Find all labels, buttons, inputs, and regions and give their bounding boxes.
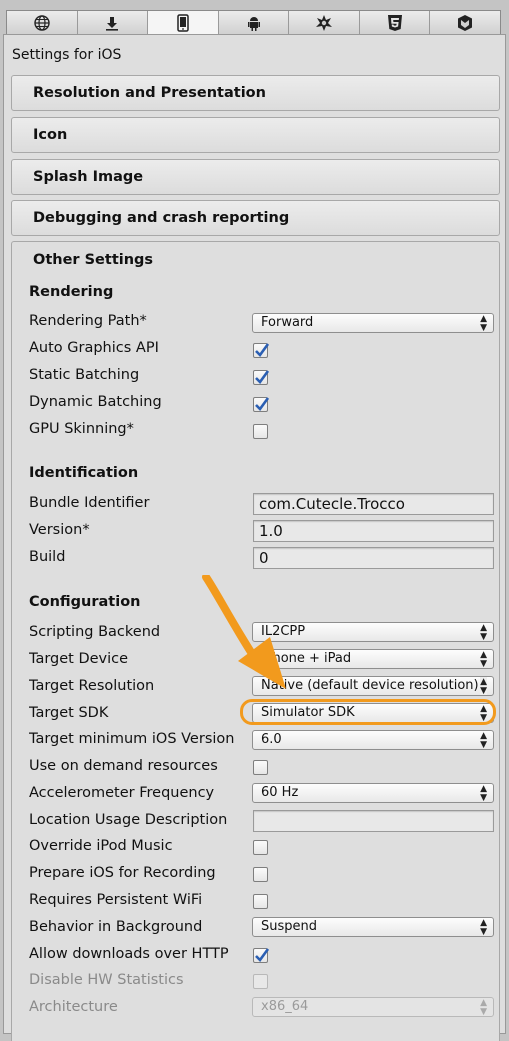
prepare-ios-recording-checkbox[interactable] bbox=[253, 867, 268, 882]
prepare-ios-recording-label: Prepare iOS for Recording bbox=[29, 865, 216, 881]
auto-graphics-api-checkbox[interactable] bbox=[253, 343, 270, 358]
tizen-icon bbox=[458, 15, 473, 31]
globe-icon bbox=[34, 15, 50, 31]
target-min-ios-value: 6.0 bbox=[261, 732, 282, 747]
override-ipod-music-label: Override iPod Music bbox=[29, 838, 173, 854]
tab-ios[interactable] bbox=[148, 11, 219, 35]
page-title: Settings for iOS bbox=[12, 47, 122, 63]
build-label: Build bbox=[29, 549, 66, 565]
checkmark-icon bbox=[255, 343, 270, 357]
dropdown-arrows-icon: ▲ ▼ bbox=[480, 918, 487, 937]
accelerometer-frequency-dropdown[interactable]: 60 Hz ▲ ▼ bbox=[252, 783, 494, 803]
architecture-dropdown: x86_64 ▲ ▼ bbox=[252, 997, 494, 1017]
blackberry-icon bbox=[316, 15, 333, 31]
build-field[interactable]: 0 bbox=[253, 547, 494, 569]
foldout-other-settings[interactable]: Other Settings bbox=[33, 252, 153, 268]
accelerometer-frequency-value: 60 Hz bbox=[261, 785, 299, 800]
foldout-debugging[interactable]: Debugging and crash reporting bbox=[11, 200, 500, 236]
location-usage-field[interactable] bbox=[253, 810, 494, 832]
on-demand-resources-label: Use on demand resources bbox=[29, 758, 218, 774]
rendering-path-value: Forward bbox=[261, 315, 314, 330]
location-usage-label: Location Usage Description bbox=[29, 812, 228, 828]
behavior-background-label: Behavior in Background bbox=[29, 919, 203, 935]
gpu-skinning-checkbox[interactable] bbox=[253, 424, 268, 439]
static-batching-label: Static Batching bbox=[29, 367, 140, 383]
foldout-splash-image[interactable]: Splash Image bbox=[11, 159, 500, 195]
checkmark-icon bbox=[255, 370, 270, 384]
dropdown-arrows-icon: ▲ ▼ bbox=[480, 314, 487, 333]
bundle-identifier-field[interactable]: com.Cutecle.Trocco bbox=[253, 493, 494, 515]
allow-http-checkbox[interactable] bbox=[253, 948, 270, 963]
static-batching-checkbox[interactable] bbox=[253, 370, 270, 385]
disable-hw-stats-checkbox bbox=[253, 974, 268, 989]
platform-tab-bar bbox=[6, 10, 501, 35]
persistent-wifi-checkbox[interactable] bbox=[253, 894, 268, 909]
annotation-arrow-icon bbox=[202, 575, 286, 689]
download-icon bbox=[106, 17, 119, 31]
tab-blackberry[interactable] bbox=[289, 11, 360, 35]
checkmark-icon bbox=[255, 397, 270, 411]
behavior-background-value: Suspend bbox=[261, 919, 318, 934]
html5-icon bbox=[387, 15, 402, 31]
allow-http-label: Allow downloads over HTTP bbox=[29, 946, 229, 962]
tab-standalone[interactable] bbox=[78, 11, 149, 35]
tab-web[interactable] bbox=[7, 11, 78, 35]
dropdown-arrows-icon: ▲ ▼ bbox=[480, 784, 487, 803]
architecture-label: Architecture bbox=[29, 999, 118, 1015]
target-min-ios-dropdown[interactable]: 6.0 ▲ ▼ bbox=[252, 730, 494, 750]
architecture-value: x86_64 bbox=[261, 999, 309, 1014]
mobile-device-icon bbox=[177, 14, 189, 32]
on-demand-resources-checkbox[interactable] bbox=[253, 760, 268, 775]
persistent-wifi-label: Requires Persistent WiFi bbox=[29, 892, 203, 908]
target-min-ios-label: Target minimum iOS Version bbox=[29, 731, 235, 747]
foldout-resolution[interactable]: Resolution and Presentation bbox=[11, 75, 500, 111]
rendering-heading: Rendering bbox=[29, 284, 114, 300]
dropdown-arrows-icon: ▲ ▼ bbox=[480, 998, 487, 1017]
identification-heading: Identification bbox=[29, 465, 139, 481]
checkmark-icon bbox=[255, 948, 270, 962]
rendering-path-dropdown[interactable]: Forward ▲ ▼ bbox=[252, 313, 494, 333]
dropdown-arrows-icon: ▲ ▼ bbox=[480, 677, 487, 696]
tab-android[interactable] bbox=[219, 11, 290, 35]
dropdown-arrows-icon: ▲ ▼ bbox=[480, 623, 487, 642]
gpu-skinning-label: GPU Skinning* bbox=[29, 421, 134, 437]
target-sdk-label: Target SDK bbox=[29, 705, 109, 721]
override-ipod-music-checkbox[interactable] bbox=[253, 840, 268, 855]
dynamic-batching-checkbox[interactable] bbox=[253, 397, 270, 412]
configuration-heading: Configuration bbox=[29, 594, 141, 610]
version-field[interactable]: 1.0 bbox=[253, 520, 494, 542]
rendering-path-label: Rendering Path* bbox=[29, 313, 147, 329]
accelerometer-frequency-label: Accelerometer Frequency bbox=[29, 785, 215, 801]
target-sdk-highlight bbox=[240, 699, 496, 725]
dropdown-arrows-icon: ▲ ▼ bbox=[480, 731, 487, 750]
auto-graphics-api-label: Auto Graphics API bbox=[29, 340, 159, 356]
disable-hw-stats-label: Disable HW Statistics bbox=[29, 972, 184, 988]
foldout-icon[interactable]: Icon bbox=[11, 117, 500, 153]
bundle-identifier-label: Bundle Identifier bbox=[29, 495, 150, 511]
behavior-background-dropdown[interactable]: Suspend ▲ ▼ bbox=[252, 917, 494, 937]
version-label: Version* bbox=[29, 522, 90, 538]
tab-tizen[interactable] bbox=[430, 11, 500, 35]
tab-webgl[interactable] bbox=[360, 11, 431, 35]
dynamic-batching-label: Dynamic Batching bbox=[29, 394, 162, 410]
android-icon bbox=[247, 17, 260, 31]
dropdown-arrows-icon: ▲ ▼ bbox=[480, 650, 487, 669]
